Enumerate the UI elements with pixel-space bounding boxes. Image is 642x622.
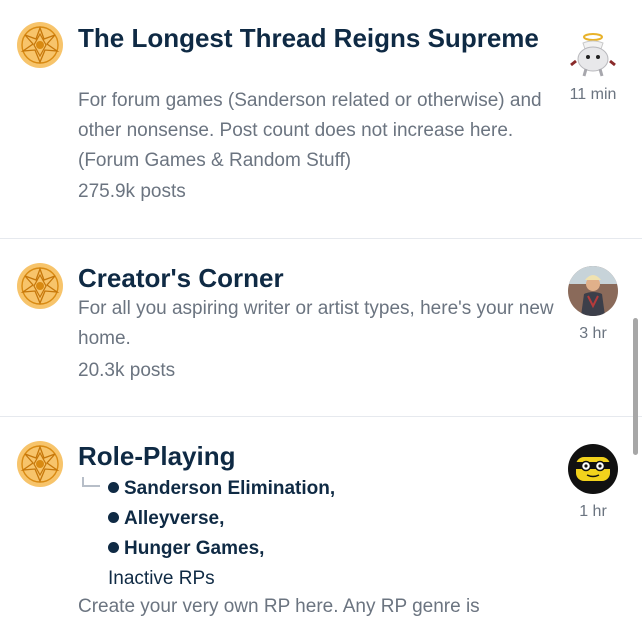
- forum-row[interactable]: The Longest Thread Reigns Supreme For fo…: [0, 0, 642, 239]
- bullet-icon: [108, 542, 119, 553]
- forum-mandala-icon: [17, 22, 63, 68]
- last-post-time: 3 hr: [579, 325, 607, 342]
- subforum-label: Alleyverse,: [124, 508, 225, 529]
- subforum-link[interactable]: Alleyverse,: [108, 507, 224, 531]
- forum-row[interactable]: Role-Playing Sanderson Elimination, Alle…: [0, 417, 642, 621]
- subforum-connector-icon: [82, 477, 100, 487]
- forum-row[interactable]: Creator's Corner For all you aspiring wr…: [0, 239, 642, 417]
- last-poster-avatar[interactable]: [568, 266, 618, 316]
- subforum-label: Hunger Games,: [124, 538, 265, 559]
- post-count: 20.3k posts: [78, 360, 176, 381]
- bullet-icon: [108, 512, 119, 523]
- forum-description: For forum games (Sanderson related or ot…: [78, 90, 542, 171]
- post-count: 275.9k posts: [78, 181, 186, 202]
- bullet-icon: [108, 482, 119, 493]
- last-poster-avatar[interactable]: [568, 444, 618, 494]
- forum-title[interactable]: Role-Playing: [78, 441, 548, 472]
- subforum-label: Sanderson Elimination,: [124, 478, 336, 499]
- forum-description: Create your very own RP here. Any RP gen…: [78, 596, 480, 617]
- scrollbar[interactable]: [633, 318, 638, 455]
- last-post-time: 1 hr: [579, 503, 607, 520]
- last-post-time: 11 min: [569, 86, 617, 103]
- last-poster-avatar[interactable]: [568, 29, 618, 79]
- forum-title[interactable]: The Longest Thread Reigns Supreme: [78, 23, 548, 54]
- forum-title[interactable]: Creator's Corner: [78, 263, 548, 294]
- subforum-inactive-link[interactable]: Inactive RPs: [108, 567, 215, 591]
- subforum-link[interactable]: Hunger Games,: [108, 537, 264, 561]
- forum-mandala-icon: [17, 441, 63, 487]
- forum-description: For all you aspiring writer or artist ty…: [78, 298, 554, 349]
- forum-mandala-icon: [17, 263, 63, 309]
- subforum-link[interactable]: Sanderson Elimination,: [108, 477, 335, 501]
